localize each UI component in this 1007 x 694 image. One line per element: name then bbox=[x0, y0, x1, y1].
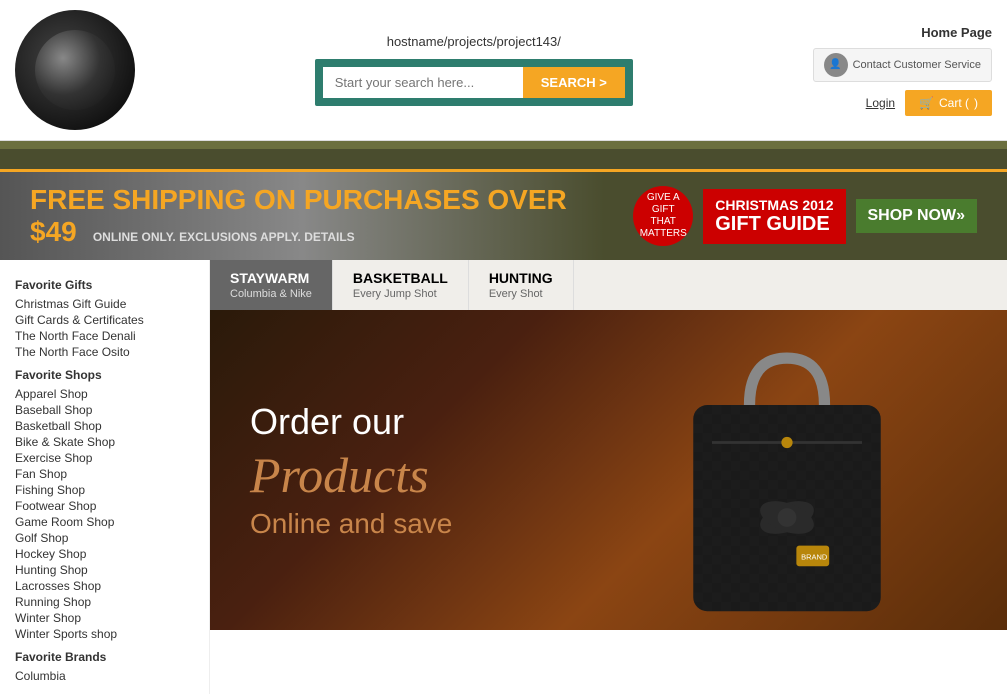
main-content: Favorite Gifts Christmas Gift Guide Gift… bbox=[0, 260, 1007, 694]
sidebar-item-north-face-denali[interactable]: The North Face Denali bbox=[15, 328, 194, 344]
search-inner bbox=[323, 67, 523, 98]
cart-button[interactable]: 🛒 Cart ( ) bbox=[905, 90, 992, 116]
logo-image bbox=[35, 30, 115, 110]
sidebar: Favorite Gifts Christmas Gift Guide Gift… bbox=[0, 260, 210, 694]
tab-staywarm-title: STAYWARM bbox=[230, 270, 312, 286]
tab-basketball-sub: Every Jump Shot bbox=[353, 288, 448, 300]
search-wrapper: SEARCH > bbox=[315, 59, 633, 106]
sidebar-section-favorite-brands: Favorite Brands bbox=[15, 650, 194, 664]
christmas-box: CHRISTMAS 2012 GIFT GUIDE bbox=[703, 189, 845, 244]
nav-bar-bottom bbox=[0, 149, 1007, 169]
banner-right: GIVE A GIFT THAT MATTERS CHRISTMAS 2012 … bbox=[633, 186, 977, 246]
sidebar-item-columbia[interactable]: Columbia bbox=[15, 668, 194, 684]
gift-line3: MATTERS bbox=[640, 228, 687, 240]
sidebar-item-christmas-gift-guide[interactable]: Christmas Gift Guide bbox=[15, 296, 194, 312]
hero-line3: Online and save bbox=[250, 508, 452, 540]
contact-bar: 👤 Contact Customer Service bbox=[813, 48, 992, 82]
sidebar-item-apparel-shop[interactable]: Apparel Shop bbox=[15, 386, 194, 402]
home-page-link[interactable]: Home Page bbox=[921, 25, 992, 40]
sidebar-item-gift-cards[interactable]: Gift Cards & Certificates bbox=[15, 312, 194, 328]
hero-banner: Order our Products Online and save bbox=[210, 310, 1007, 630]
banner-details: ONLINE ONLY. EXCLUSIONS APPLY. DETAILS bbox=[93, 230, 355, 244]
hero-line1: Order our bbox=[250, 401, 452, 443]
cart-label: Cart ( bbox=[939, 96, 969, 110]
url-bar: hostname/projects/project143/ bbox=[387, 34, 561, 49]
sidebar-item-exercise-shop[interactable]: Exercise Shop bbox=[15, 450, 194, 466]
sidebar-item-hunting-shop[interactable]: Hunting Shop bbox=[15, 562, 194, 578]
sidebar-section-favorite-shops: Favorite Shops bbox=[15, 368, 194, 382]
gift-line1: GIVE A bbox=[647, 192, 680, 204]
sidebar-item-game-room-shop[interactable]: Game Room Shop bbox=[15, 514, 194, 530]
sidebar-item-running-shop[interactable]: Running Shop bbox=[15, 594, 194, 610]
hero-text: Order our Products Online and save bbox=[250, 401, 452, 540]
sidebar-item-lacrosses-shop[interactable]: Lacrosses Shop bbox=[15, 578, 194, 594]
tab-staywarm[interactable]: STAYWARM Columbia & Nike bbox=[210, 260, 333, 310]
sidebar-item-golf-shop[interactable]: Golf Shop bbox=[15, 530, 194, 546]
header-right: Home Page 👤 Contact Customer Service Log… bbox=[813, 25, 992, 116]
content-area: STAYWARM Columbia & Nike BASKETBALL Ever… bbox=[210, 260, 1007, 694]
gift-badge: GIVE A GIFT THAT MATTERS bbox=[633, 186, 693, 246]
gift-line2: GIFT THAT bbox=[643, 204, 683, 228]
christmas-title: CHRISTMAS 2012 bbox=[715, 197, 833, 213]
tab-basketball-title: BASKETBALL bbox=[353, 270, 448, 286]
svg-text:BRAND: BRAND bbox=[801, 553, 828, 562]
search-button[interactable]: SEARCH > bbox=[523, 67, 625, 98]
sidebar-item-fishing-shop[interactable]: Fishing Shop bbox=[15, 482, 194, 498]
tab-staywarm-sub: Columbia & Nike bbox=[230, 288, 312, 300]
tab-hunting-sub: Every Shot bbox=[489, 288, 553, 300]
hero-bag-image: BRAND bbox=[647, 330, 927, 630]
sidebar-item-winter-sports-shop[interactable]: Winter Sports shop bbox=[15, 626, 194, 642]
tab-hunting-title: HUNTING bbox=[489, 270, 553, 286]
shop-now-button[interactable]: SHOP NOW» bbox=[856, 199, 978, 233]
header: hostname/projects/project143/ SEARCH > H… bbox=[0, 0, 1007, 141]
sidebar-item-winter-shop[interactable]: Winter Shop bbox=[15, 610, 194, 626]
avatar-icon: 👤 bbox=[824, 53, 848, 77]
login-cart: Login 🛒 Cart ( ) bbox=[866, 90, 992, 116]
nav-bar-top bbox=[0, 141, 1007, 149]
gift-guide-label: GIFT GUIDE bbox=[715, 213, 829, 236]
cart-icon: 🛒 bbox=[919, 96, 934, 110]
sidebar-section-favorite-gifts: Favorite Gifts bbox=[15, 278, 194, 292]
banner-text: FREE SHIPPING ON PURCHASES OVER $49 ONLI… bbox=[30, 184, 613, 248]
promo-banner: FREE SHIPPING ON PURCHASES OVER $49 ONLI… bbox=[0, 169, 1007, 260]
sidebar-item-baseball-shop[interactable]: Baseball Shop bbox=[15, 402, 194, 418]
logo bbox=[15, 10, 135, 130]
header-center: hostname/projects/project143/ SEARCH > bbox=[135, 34, 813, 106]
sidebar-item-basketball-shop[interactable]: Basketball Shop bbox=[15, 418, 194, 434]
tab-basketball[interactable]: BASKETBALL Every Jump Shot bbox=[333, 260, 469, 310]
sidebar-item-bike-skate-shop[interactable]: Bike & Skate Shop bbox=[15, 434, 194, 450]
hero-line2: Products bbox=[250, 448, 452, 503]
login-link[interactable]: Login bbox=[866, 96, 895, 110]
search-input[interactable] bbox=[323, 67, 523, 98]
sidebar-item-north-face-osito[interactable]: The North Face Osito bbox=[15, 344, 194, 360]
banner-amount: $49 bbox=[30, 216, 77, 247]
contact-label: Contact Customer Service bbox=[853, 59, 981, 71]
sidebar-item-footwear-shop[interactable]: Footwear Shop bbox=[15, 498, 194, 514]
sidebar-item-hockey-shop[interactable]: Hockey Shop bbox=[15, 546, 194, 562]
tab-hunting[interactable]: HUNTING Every Shot bbox=[469, 260, 574, 310]
tabs-bar: STAYWARM Columbia & Nike BASKETBALL Ever… bbox=[210, 260, 1007, 310]
sidebar-item-fan-shop[interactable]: Fan Shop bbox=[15, 466, 194, 482]
